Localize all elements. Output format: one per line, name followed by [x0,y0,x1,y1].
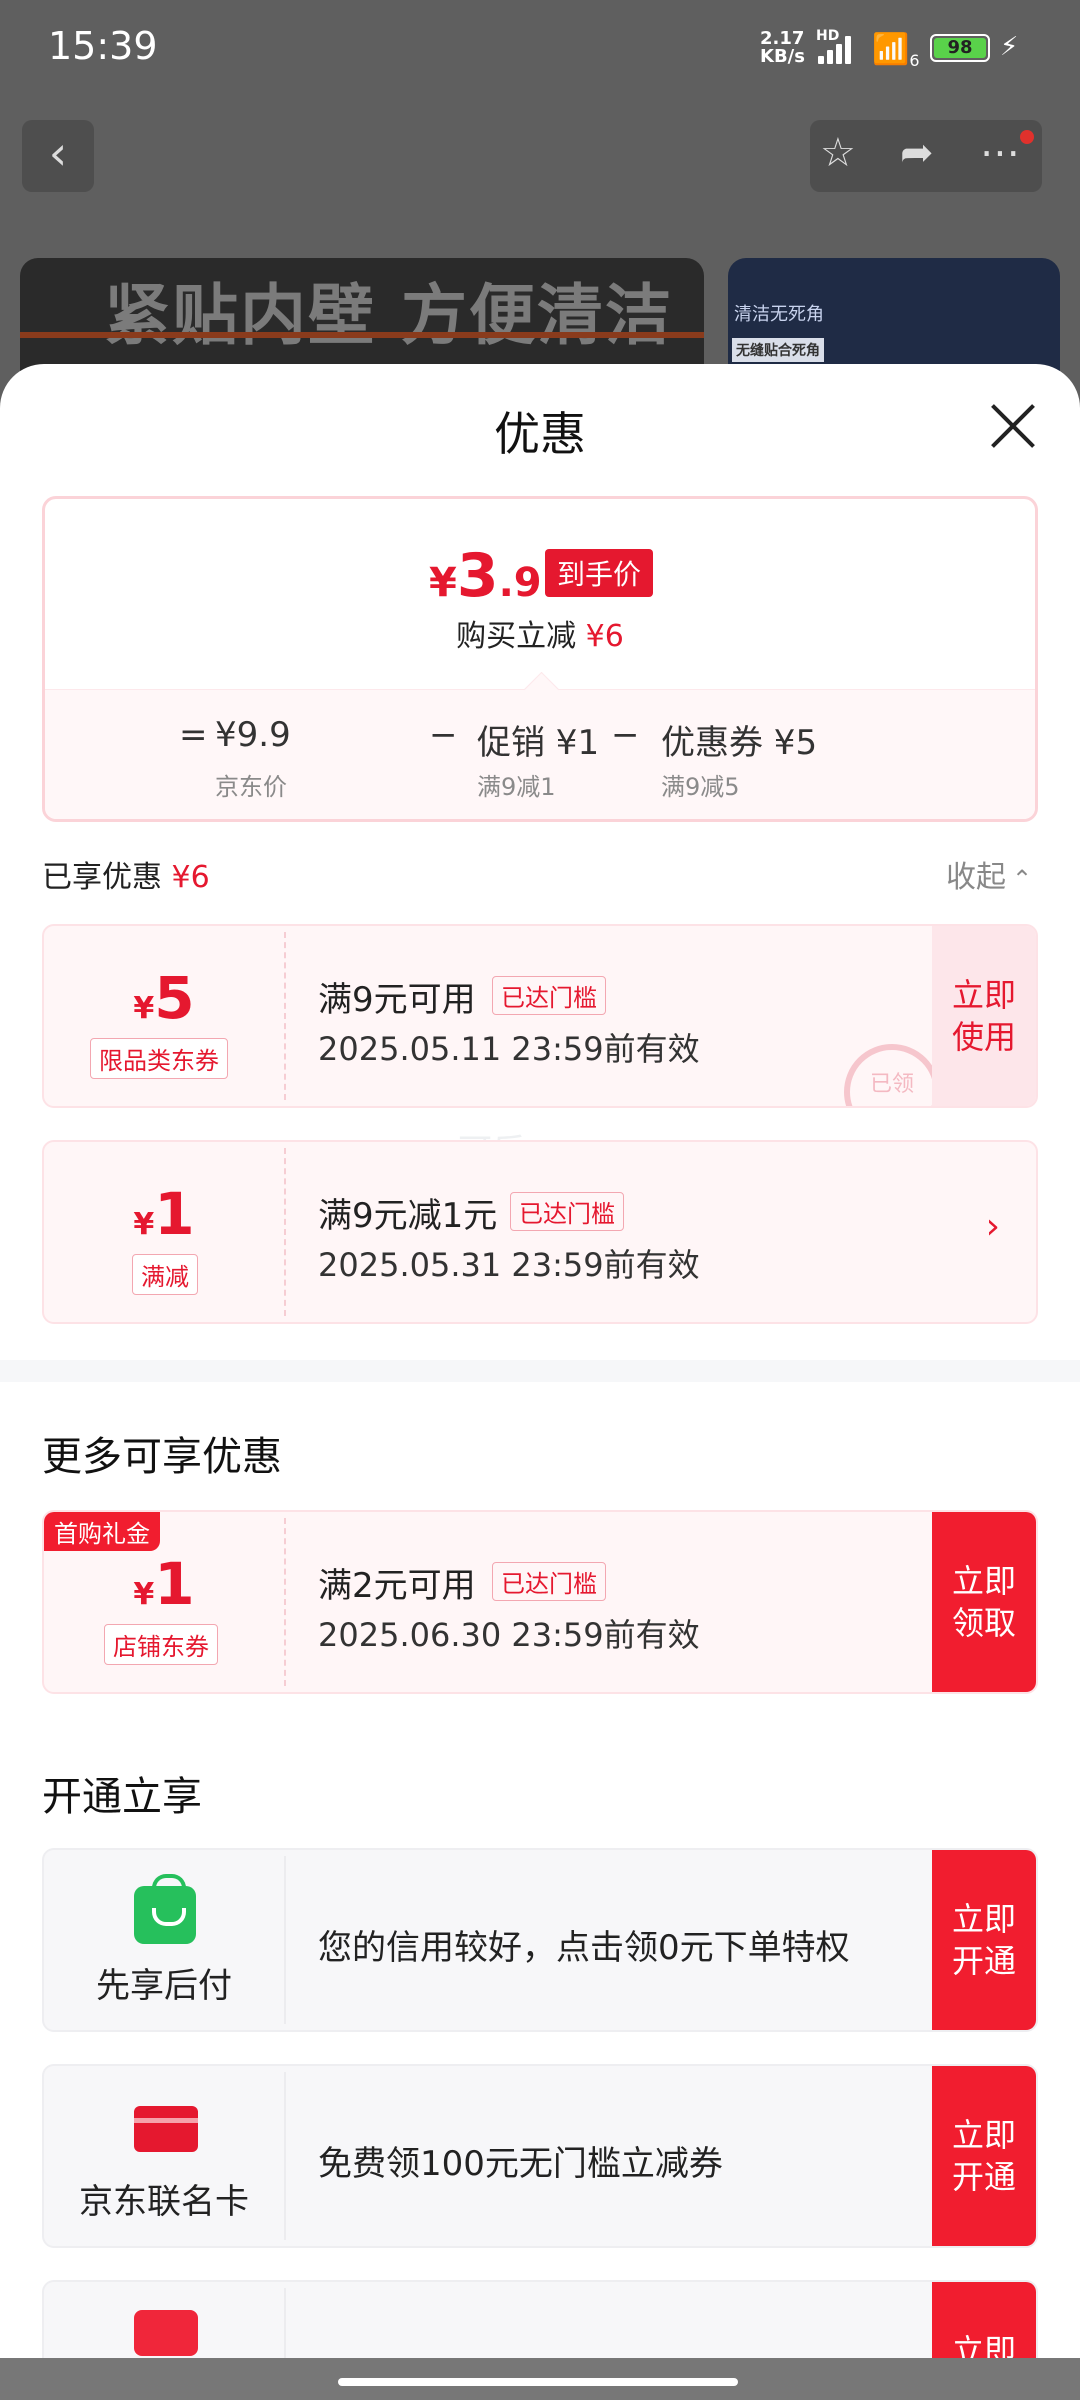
final-price: ¥3.9 [429,541,542,611]
coupon-condition: 满9元可用 [318,980,476,1020]
coupon-discount: 优惠券 ¥5 [661,723,818,763]
benefit-card-pay-later[interactable]: 先享后付 您的信用较好，点击领0元下单特权 立即 开通 [42,1848,1038,2032]
final-price-tag: 到手价 [545,549,654,597]
coupon-validity: 2025.06.30 23:59前有效 [318,1616,700,1654]
signal-icon [818,36,860,64]
base-price: ¥9.9 [215,715,291,755]
back-button[interactable]: ‹ [22,120,94,192]
open-benefits-title: 开通立享 [42,1774,202,1820]
star-icon[interactable]: ☆ [820,130,856,176]
status-bar: 15:39 2.17 KB/s HD 📶6 98 ⚡ [0,0,1080,100]
use-now-button[interactable]: 立即 使用 [932,926,1036,1106]
gesture-bar [0,2358,1080,2400]
discount-sheet: 优惠 ¥3.9 到手价 购买立减 ¥6 = ¥9.9 京东价 − 促销 ¥1 满… [0,364,1080,2400]
collapse-toggle[interactable]: 收起 ⌃ [946,852,1032,896]
coupon-condition: 满2元可用 [318,1566,476,1606]
chevron-up-icon: ⌃ [1012,865,1033,893]
charging-icon: ⚡ [1000,32,1019,62]
promo-discount: 促销 ¥1 [477,723,600,763]
close-icon[interactable] [990,404,1036,450]
coupon-validity: 2025.05.31 23:59前有效 [318,1246,700,1284]
chevron-left-icon: ‹ [48,126,68,180]
first-purchase-badge: 首购礼金 [44,1512,160,1551]
credit-card-icon [134,2106,198,2152]
threshold-badge: 已达门槛 [492,1562,606,1601]
coupon-card[interactable]: ¥5 限品类东券 满9元可用 已达门槛 2025.05.11 23:59前有效 … [42,924,1038,1108]
threshold-badge: 已达门槛 [510,1192,624,1231]
share-icon[interactable]: ➦ [900,130,934,176]
coupon-type: 限品类东券 [90,1038,228,1079]
net-speed: 2.17 KB/s [760,28,805,67]
product-banner-2: 清洁无死角 无缝贴合死角 [728,258,1060,378]
top-actions: ☆ ➦ ⋯ [810,120,1042,192]
more-icon[interactable]: ⋯ [980,130,1020,176]
home-indicator[interactable] [338,2378,738,2386]
chevron-right-icon[interactable]: › [986,1206,1000,1247]
final-price-box: ¥3.9 到手价 购买立减 ¥6 = ¥9.9 京东价 − 促销 ¥1 满9减1… [42,496,1038,822]
coupon-type: 满减 [132,1254,198,1295]
claimed-stamp: 已领 [844,1044,940,1106]
benefit-desc: 免费领100元无门槛立减券 [318,2144,723,2184]
banner-text: 紧贴内壁 方便清洁 [104,277,673,354]
claim-now-button[interactable]: 立即 领取 [932,1512,1036,1692]
product-banner: 紧贴内壁 方便清洁 [20,258,704,378]
more-discounts-title: 更多可享优惠 [42,1434,282,1480]
benefit-name: 先享后付 [96,1966,232,2006]
coupon-condition: 满9元减1元 [318,1196,498,1236]
enjoyed-discount: 已享优惠 ¥6 [42,860,210,895]
activate-button[interactable]: 立即 开通 [932,1850,1036,2030]
wifi-icon: 📶6 [872,32,920,70]
benefit-card-cobrand[interactable]: 京东联名卡 免费领100元无门槛立减券 立即 开通 [42,2064,1038,2248]
coupon-validity: 2025.05.11 23:59前有效 [318,1030,700,1068]
benefit-name: 京东联名卡 [79,2182,249,2222]
activate-button[interactable]: 立即 开通 [932,2066,1036,2246]
battery-level: 98 [934,38,986,58]
purchase-reduction: 购买立减 ¥6 [456,619,624,654]
status-time: 15:39 [48,24,158,68]
wallet-icon [134,2310,198,2356]
benefit-desc: 您的信用较好，点击领0元下单特权 [318,1928,850,1968]
sheet-title: 优惠 [494,407,586,461]
coupon-card[interactable]: ¥1 满减 满9元减1元 已达门槛 2025.05.31 23:59前有效 › [42,1140,1038,1324]
coupon-type: 店铺东券 [104,1624,218,1665]
notification-dot [1020,130,1034,144]
threshold-badge: 已达门槛 [492,976,606,1015]
shopping-bag-icon [134,1874,196,1944]
battery-icon: 98 [930,34,990,62]
coupon-card[interactable]: 首购礼金 ¥1 店铺东券 满2元可用 已达门槛 2025.06.30 23:59… [42,1510,1038,1694]
